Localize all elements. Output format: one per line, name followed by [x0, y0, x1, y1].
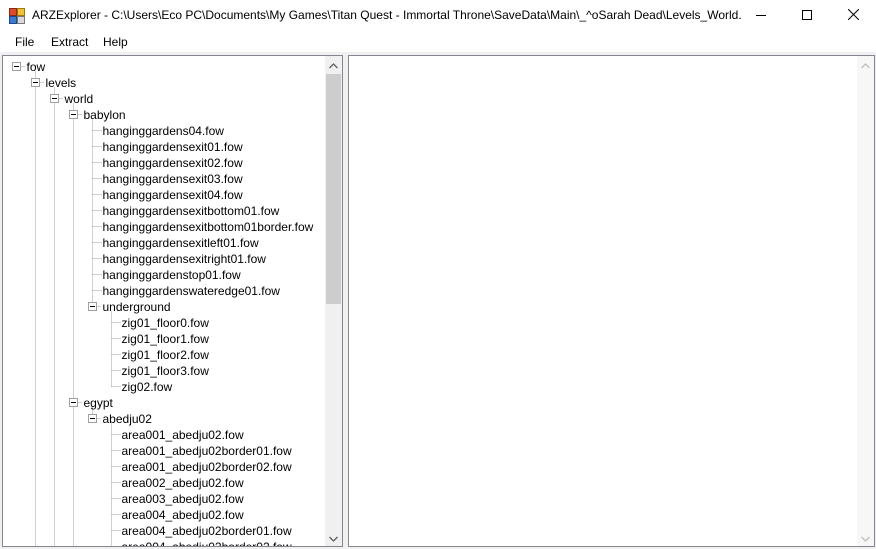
minus-box-icon[interactable]: [69, 398, 78, 407]
chevron-down-icon: [861, 531, 870, 545]
tree-file-node[interactable]: hanginggardensexit01.fow: [103, 140, 243, 154]
tree-file-node[interactable]: area001_abedju02.fow: [122, 428, 244, 442]
minimize-button[interactable]: [738, 0, 784, 31]
tree-scrollbar[interactable]: [325, 56, 342, 546]
detail-view[interactable]: [348, 55, 875, 547]
tree-file-node[interactable]: zig01_floor1.fow: [122, 332, 209, 346]
menu-extract[interactable]: Extract: [51, 35, 88, 49]
tree-folder-node[interactable]: babylon: [84, 108, 126, 122]
scroll-down-button[interactable]: [857, 529, 874, 546]
tree-file-node[interactable]: hanginggardenswateredge01.fow: [103, 284, 280, 298]
tree-file-node[interactable]: area004_abedju02border01.fow: [122, 524, 292, 538]
minus-box-icon[interactable]: [31, 78, 40, 87]
minimize-icon: [756, 9, 766, 23]
tree-file-node[interactable]: hanginggardensexit03.fow: [103, 172, 243, 186]
tree-folder-node[interactable]: underground: [103, 300, 171, 314]
tree-file-node[interactable]: hanginggardensexitright01.fow: [103, 252, 266, 266]
tree-file-node[interactable]: area002_abedju02.fow: [122, 476, 244, 490]
tree-file-node[interactable]: zig01_floor2.fow: [122, 348, 209, 362]
tree-file-node[interactable]: area001_abedju02border02.fow: [122, 460, 292, 474]
minus-box-icon[interactable]: [88, 414, 97, 423]
tree-folder-node[interactable]: levels: [46, 76, 77, 90]
window-title: ARZExplorer - C:\Users\Eco PC\Documents\…: [32, 8, 742, 22]
minus-box-icon[interactable]: [69, 110, 78, 119]
tree-file-node[interactable]: zig01_floor0.fow: [122, 316, 209, 330]
tree-view[interactable]: fow levels world babylon hanginggardens04.fo…: [2, 55, 343, 547]
maximize-button[interactable]: [784, 0, 830, 31]
detail-scrollbar[interactable]: [857, 56, 874, 546]
tree-file-node[interactable]: hanginggardensexitleft01.fow: [103, 236, 259, 250]
tree-folder-node[interactable]: fow: [27, 60, 46, 74]
tree-file-node[interactable]: hanginggardensexit02.fow: [103, 156, 243, 170]
minus-box-icon[interactable]: [88, 302, 97, 311]
tree-file-node[interactable]: hanginggardensexit04.fow: [103, 188, 243, 202]
minus-box-icon[interactable]: [50, 94, 59, 103]
minus-box-icon[interactable]: [12, 62, 21, 71]
tree-file-node[interactable]: area004_abedju02border02.fow: [122, 540, 292, 546]
tree-file-node[interactable]: zig01_floor3.fow: [122, 364, 209, 378]
menu-help[interactable]: Help: [103, 35, 128, 49]
tree-file-node[interactable]: hanginggardensexitbottom01border.fow: [103, 220, 314, 234]
tree-file-node[interactable]: hanginggardensexitbottom01.fow: [103, 204, 280, 218]
tree-folder-node[interactable]: abedju02: [103, 412, 152, 426]
app-icon[interactable]: [9, 8, 25, 24]
close-button[interactable]: [830, 0, 876, 31]
chevron-up-icon: [861, 58, 870, 72]
scroll-thumb[interactable]: [326, 74, 341, 304]
chevron-up-icon: [329, 58, 338, 72]
tree-file-node[interactable]: hanginggardens04.fow: [103, 124, 224, 138]
menu-bar: File Extract Help: [0, 31, 876, 53]
tree-folder-node[interactable]: egypt: [84, 396, 113, 410]
scroll-down-button[interactable]: [325, 529, 342, 546]
chevron-down-icon: [329, 531, 338, 545]
tree-file-node[interactable]: area003_abedju02.fow: [122, 492, 244, 506]
tree-file-node[interactable]: zig02.fow: [122, 380, 173, 394]
scroll-up-button[interactable]: [857, 56, 874, 73]
tree-file-node[interactable]: hanginggardenstop01.fow: [103, 268, 241, 282]
close-icon: [847, 8, 859, 23]
tree-file-node[interactable]: area004_abedju02.fow: [122, 508, 244, 522]
maximize-icon: [802, 9, 812, 23]
tree-file-node[interactable]: area001_abedju02border01.fow: [122, 444, 292, 458]
scroll-up-button[interactable]: [325, 56, 342, 73]
menu-file[interactable]: File: [15, 35, 34, 49]
tree-folder-node[interactable]: world: [65, 92, 94, 106]
title-bar[interactable]: ARZExplorer - C:\Users\Eco PC\Documents\…: [0, 0, 876, 31]
